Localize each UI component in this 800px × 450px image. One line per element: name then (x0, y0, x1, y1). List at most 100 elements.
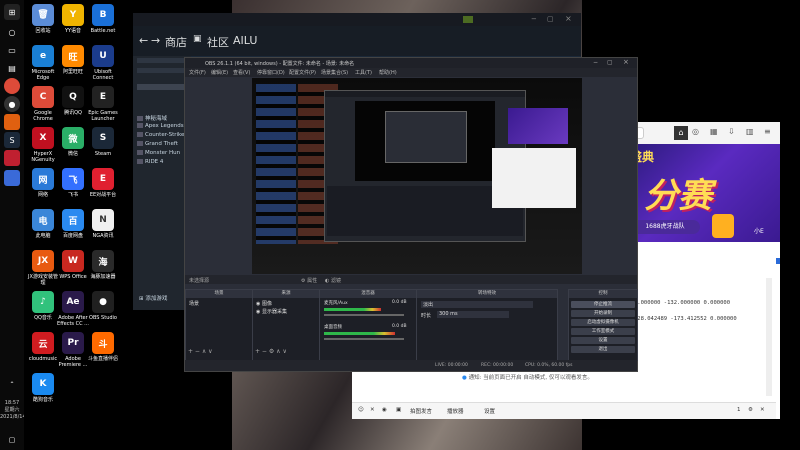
file-explorer-icon[interactable]: ▤ (4, 60, 20, 76)
back-arrow-icon[interactable]: ← (139, 34, 148, 47)
nav-community[interactable]: 社区 (207, 34, 229, 50)
desktop-icon[interactable]: N NGA资讯 (86, 209, 120, 239)
minimize-icon[interactable]: − (531, 15, 537, 23)
desktop-icon[interactable]: Ae Adobe After Effects CC ... (56, 291, 90, 327)
library-icon[interactable]: ▣ (193, 34, 202, 44)
settings-button[interactable]: 设置 (484, 407, 495, 415)
duration-input[interactable]: 300 ms (437, 311, 509, 318)
desktop-icon[interactable]: W WPS Office (56, 250, 90, 280)
desktop-icon[interactable]: K 酷狗音乐 (26, 373, 60, 403)
windows-start-icon[interactable]: ⊞ (4, 4, 20, 20)
desktop-icon[interactable]: E EE对战平台 (86, 168, 120, 198)
menu-edit[interactable]: 编辑(E) (211, 69, 228, 76)
menu-view[interactable]: 查看(V) (233, 69, 250, 76)
gift-icon[interactable]: ▣ (396, 407, 401, 413)
desktop-icon[interactable]: 🗑 回收站 (26, 4, 60, 34)
control-button[interactable]: 设置 (571, 337, 635, 344)
task-view-icon[interactable]: ▭ (4, 42, 20, 58)
desktop-icon[interactable]: S Steam (86, 127, 120, 157)
mic-icon[interactable]: ◉ (382, 407, 387, 413)
desktop-icon[interactable]: 网网络 (26, 168, 60, 198)
room-label[interactable]: 1688虎牙战队 (630, 220, 700, 234)
library-home[interactable] (137, 58, 185, 63)
game-list-item[interactable]: Counter-Strike (137, 132, 184, 138)
steam-notify-icon[interactable] (463, 16, 473, 23)
app2-taskbar-icon[interactable] (4, 150, 20, 166)
desktop-icon[interactable]: B Battle.net (86, 4, 120, 34)
game-list-item[interactable]: Monster Hun (137, 150, 180, 156)
nav-store[interactable]: 商店 (165, 34, 187, 50)
tray-chevron-icon[interactable]: ⌃ (4, 376, 20, 392)
control-button[interactable]: 工作室模式 (571, 328, 635, 335)
menu-profile[interactable]: 配置文件(P) (289, 69, 316, 76)
desktop-icon[interactable]: Pr Adobe Premiere ... (56, 332, 90, 368)
obs-taskbar-icon[interactable]: ● (4, 96, 20, 112)
scene-item[interactable]: 场景 (189, 300, 199, 307)
grid-icon[interactable]: ▥ (746, 127, 754, 136)
library-search[interactable] (137, 84, 187, 90)
photo-chat-button[interactable]: 拍图发言 (410, 407, 432, 415)
player-button[interactable]: 播放器 (447, 407, 464, 415)
forward-arrow-icon[interactable]: → (151, 34, 160, 47)
app3-taskbar-icon[interactable] (4, 170, 20, 186)
properties-button[interactable]: ⚙ 属性 (301, 277, 317, 284)
close-icon[interactable]: × (623, 58, 629, 66)
scene-controls[interactable]: + − ∧ ∨ (188, 348, 213, 355)
game-list-item[interactable]: Apex Legends (137, 123, 184, 129)
control-button[interactable]: 停止推流 (571, 301, 635, 308)
emoji-icon[interactable]: ☺ (358, 407, 364, 413)
nav-profile[interactable]: AILU (233, 34, 257, 47)
desktop-icon[interactable]: E Epic Games Launcher (86, 86, 120, 122)
maximize-icon[interactable]: ▢ (607, 59, 613, 66)
download-icon[interactable]: ⇩ (728, 127, 735, 136)
desktop-icon[interactable]: Y YY语音 (56, 4, 90, 34)
desktop-icon[interactable]: JX JX游戏安装管理 (26, 250, 60, 286)
menu-help[interactable]: 帮助(H) (379, 69, 397, 76)
desktop-icon[interactable]: 百百度网盘 (56, 209, 90, 239)
obs-preview[interactable] (252, 78, 582, 274)
desktop-icon[interactable]: X HyperX NGenuity (26, 127, 60, 163)
app-taskbar-icon[interactable] (4, 114, 20, 130)
mixer-track-1-slider[interactable] (324, 314, 404, 316)
steam-taskbar-icon[interactable]: S (4, 132, 20, 148)
event-banner[interactable]: 盛典 分赛 1688虎牙战队 小E (626, 144, 780, 242)
games-filter[interactable] (137, 68, 185, 73)
desktop-icon[interactable]: 斗斗鱼直播伴侣 (86, 332, 120, 362)
minimize-icon[interactable]: − (593, 59, 598, 66)
source-item-image[interactable]: ◉ 图像 (256, 300, 272, 307)
shop-icon[interactable]: ▦ (710, 127, 718, 136)
menu-file[interactable]: 文件(F) (189, 69, 206, 76)
console-scrollbar[interactable] (766, 278, 772, 396)
search-icon[interactable]: ○ (4, 24, 20, 40)
notification-icon[interactable]: ▢ (4, 432, 20, 448)
desktop-icon[interactable]: 旺阿里旺旺 (56, 45, 90, 75)
chat-settings-icon[interactable]: ⚙ (748, 407, 753, 413)
transition-select[interactable]: 淡出 (421, 301, 533, 308)
desktop-icon[interactable]: U Ubisoft Connect (86, 45, 120, 81)
desktop-icon[interactable]: 飞飞书 (56, 168, 90, 198)
control-button[interactable]: 退出 (571, 346, 635, 353)
source-item-display[interactable]: ◉ 显示器采集 (256, 308, 287, 315)
desktop-icon[interactable]: e Microsoft Edge (26, 45, 60, 81)
desktop-icon[interactable]: 云 cloudmusic (26, 332, 60, 362)
gamepad-icon[interactable]: ◎ (692, 127, 699, 136)
maximize-icon[interactable]: ▢ (547, 15, 554, 23)
desktop-icon[interactable]: 微微信 (56, 127, 90, 157)
control-button[interactable]: 开始录制 (571, 310, 635, 317)
chat-close-icon[interactable]: ✕ (760, 407, 765, 413)
menu-icon[interactable]: ≡ (764, 127, 771, 136)
desktop-icon[interactable]: ♪ QQ音乐 (26, 291, 60, 321)
mixer-track-2-slider[interactable] (324, 338, 404, 340)
menu-scene-collection[interactable]: 场景集合(S) (321, 69, 348, 76)
close-icon[interactable]: × (565, 14, 572, 23)
mute-icon[interactable]: ✕ (370, 407, 375, 413)
control-button[interactable]: 启动虚拟摄像机 (571, 319, 635, 326)
taskbar-clock[interactable]: 18:57 星期六 2021/8/14 (0, 400, 26, 421)
desktop-icon[interactable]: C Google Chrome (26, 86, 60, 122)
add-game-button[interactable]: ⊞ 添加游戏 (139, 294, 167, 302)
desktop-icon[interactable]: Q 腾讯QQ (56, 86, 90, 116)
chrome-taskbar-icon[interactable] (4, 78, 20, 94)
source-controls[interactable]: + − ⚙ ∧ ∨ (255, 348, 287, 355)
game-list-item[interactable]: Grand Theft (137, 141, 178, 147)
home-icon[interactable]: ⌂ (674, 126, 688, 140)
